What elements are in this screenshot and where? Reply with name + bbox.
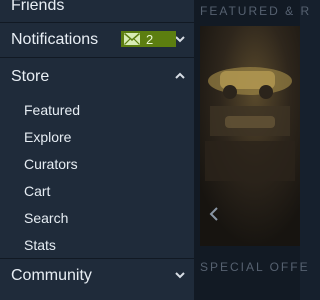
store-item-featured[interactable]: Featured (0, 96, 194, 123)
store-item-label: Explore (24, 128, 72, 145)
notifications-badge: 2 (121, 31, 176, 47)
divider (0, 258, 194, 259)
special-offers-header: SPECIAL OFFE (200, 260, 310, 274)
chevron-down-icon (175, 272, 185, 279)
store-item-label: Featured (24, 101, 81, 118)
divider (0, 57, 194, 58)
nav-community[interactable]: Community (0, 260, 194, 292)
nav-store-label: Store (11, 68, 50, 85)
divider (0, 22, 194, 23)
notifications-count: 2 (146, 31, 154, 47)
store-item-label: Curators (24, 155, 78, 172)
nav-store[interactable]: Store (0, 61, 194, 93)
nav-notifications-label: Notifications (11, 31, 99, 48)
sidebar: Friends Notifications 2 Store Featured E… (0, 0, 194, 300)
store-item-label: Stats (24, 236, 56, 253)
store-item-label: Search (24, 209, 69, 226)
nav-community-label: Community (11, 267, 92, 284)
envelope-icon (124, 33, 140, 45)
store-item-search[interactable]: Search (0, 204, 194, 231)
featured-section-header: FEATURED & R (200, 4, 312, 18)
store-item-cart[interactable]: Cart (0, 177, 194, 204)
store-item-explore[interactable]: Explore (0, 123, 194, 150)
store-item-stats[interactable]: Stats (0, 231, 194, 258)
store-item-label: Cart (24, 182, 51, 199)
nav-friends-label: Friends (11, 0, 65, 14)
nav-friends[interactable]: Friends (0, 0, 194, 22)
chevron-left-icon[interactable] (208, 206, 220, 222)
chevron-up-icon (175, 72, 185, 79)
store-item-curators[interactable]: Curators (0, 150, 194, 177)
